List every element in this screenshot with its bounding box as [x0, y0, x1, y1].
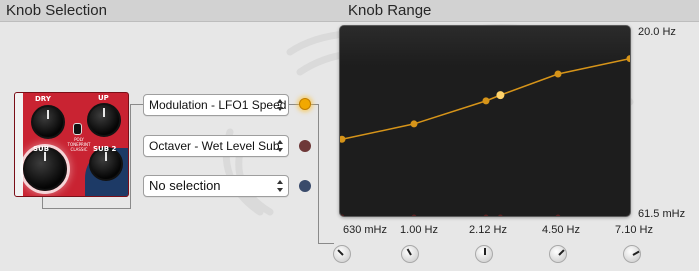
- range-knob-4[interactable]: [549, 245, 567, 263]
- range-curve-point: [626, 55, 630, 63]
- knob-range-graph[interactable]: [339, 25, 631, 217]
- knob-select-3[interactable]: No selection: [143, 175, 289, 197]
- connector-line: [289, 104, 299, 105]
- x-tick-label: 4.50 Hz: [542, 224, 580, 236]
- connector-line: [311, 104, 319, 105]
- x-tick-label: 7.10 Hz: [615, 224, 653, 236]
- range-min-label: 61.5 mHz: [638, 208, 686, 220]
- range-bottom-marker: [555, 214, 561, 216]
- x-tick-label: 1.00 Hz: [400, 224, 438, 236]
- device-knob-up[interactable]: [87, 103, 121, 137]
- range-curve-point: [482, 97, 490, 105]
- device-knob-label: DRY: [35, 95, 51, 103]
- range-curve-point: [496, 91, 505, 100]
- device-edge: [15, 93, 23, 196]
- knob-indicator: [558, 249, 565, 256]
- knob-indicator: [406, 248, 412, 256]
- connector-line: [130, 104, 131, 209]
- device-knob-label: SUB: [33, 145, 50, 153]
- device-center-label: POLY TONEPRINT CLASSIC: [67, 137, 91, 152]
- range-bottom-marker: [483, 214, 489, 216]
- x-tick-label: 2.12 Hz: [469, 224, 507, 236]
- device-knob-sub[interactable]: [23, 147, 67, 191]
- knob-indicator: [337, 249, 344, 256]
- range-knob-3[interactable]: [475, 245, 493, 263]
- device-knob-dry[interactable]: [31, 105, 65, 139]
- range-bottom-marker: [411, 214, 417, 216]
- device-knob-label: SUB 2: [93, 145, 117, 153]
- x-tick-label: 630 mHz: [342, 224, 388, 236]
- knob-indicator: [632, 250, 640, 256]
- device-toggle-switch: [73, 123, 82, 135]
- knob-select-value: Octaver - Wet Level Sub: [149, 139, 280, 153]
- device-thumbnail[interactable]: DRY UP SUB SUB 2 POLY TONEPRINT CLASSIC: [14, 92, 129, 197]
- connector-line: [130, 104, 143, 105]
- connector-line: [42, 208, 131, 209]
- range-curve-point: [410, 120, 418, 128]
- range-knob-5[interactable]: [623, 245, 641, 263]
- range-curve-point: [554, 70, 562, 78]
- range-max-label: 20.0 Hz: [638, 26, 676, 38]
- range-curve-point: [340, 135, 346, 143]
- knob-selection-title: Knob Selection: [6, 2, 107, 19]
- knob-range-title: Knob Range: [348, 2, 432, 19]
- connector-line: [318, 243, 334, 244]
- range-bottom-marker: [498, 214, 503, 216]
- range-bottom-marker: [627, 214, 630, 216]
- knob-select-value: Modulation - LFO1 Speed: [149, 98, 287, 112]
- knob-indicator: [484, 248, 486, 255]
- select-arrows-icon: [277, 99, 283, 111]
- knob-color-dot[interactable]: [299, 180, 311, 192]
- connector-line: [318, 104, 319, 244]
- knob-color-dot-active[interactable]: [299, 98, 311, 110]
- range-knob-1[interactable]: [333, 245, 351, 263]
- select-arrows-icon: [277, 140, 283, 152]
- knob-select-1[interactable]: Modulation - LFO1 Speed: [143, 94, 289, 116]
- device-knob-label: UP: [98, 94, 109, 102]
- range-bottom-marker: [340, 214, 345, 216]
- range-knob-2[interactable]: [401, 245, 419, 263]
- select-arrows-icon: [277, 180, 283, 192]
- knob-color-dot[interactable]: [299, 140, 311, 152]
- range-curve-svg: [340, 55, 630, 216]
- knob-select-value: No selection: [149, 178, 221, 193]
- knob-select-2[interactable]: Octaver - Wet Level Sub: [143, 135, 289, 157]
